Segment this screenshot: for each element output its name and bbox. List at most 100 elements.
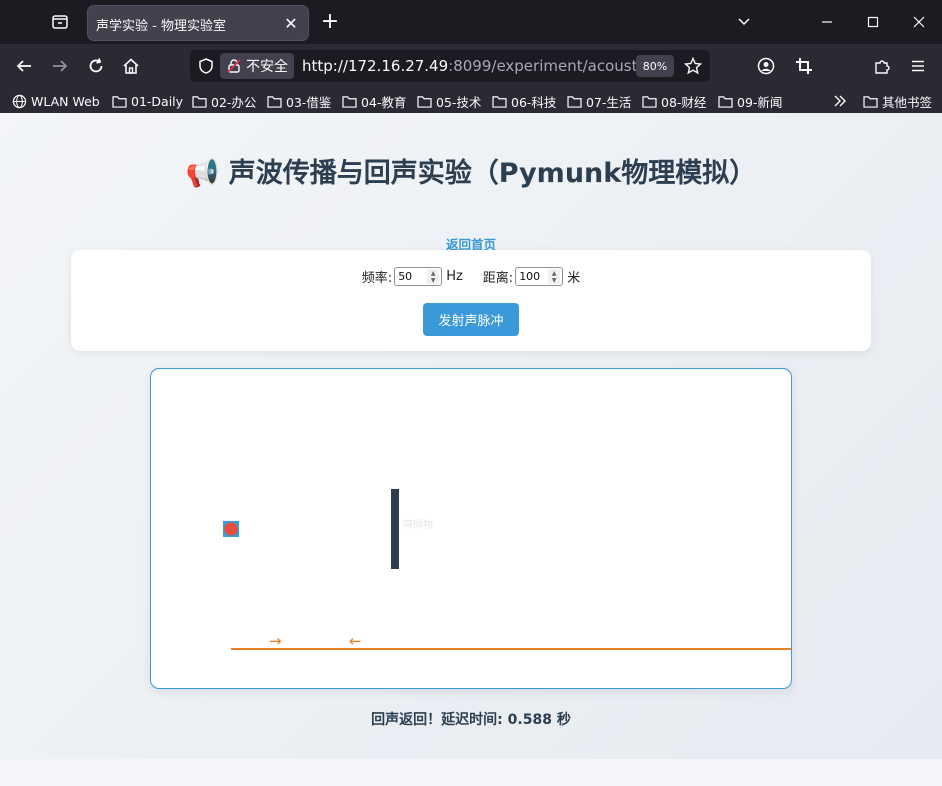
double-chevron-right-icon xyxy=(834,95,846,107)
crop-icon xyxy=(796,58,812,74)
bookmark-folder-02[interactable]: 02-办公 xyxy=(192,91,256,111)
folder-icon xyxy=(192,95,207,108)
frequency-spinner-arrows[interactable]: ▲ ▼ xyxy=(427,269,440,284)
bookmark-label: 07-生活 xyxy=(586,94,632,110)
browser-nav-bar: 不安全 http://172.16.27.49:8099/experiment/… xyxy=(0,44,942,88)
wave-forward-arrow: → xyxy=(269,632,282,650)
bookmark-label: 01-Daily xyxy=(131,93,184,109)
extensions-button[interactable] xyxy=(868,52,896,80)
bookmark-folder-09[interactable]: 09-新闻 xyxy=(718,91,782,111)
distance-spinner-arrows[interactable]: ▲ ▼ xyxy=(548,269,561,284)
folder-icon xyxy=(642,95,657,108)
maximize-icon xyxy=(867,16,879,28)
distance-value: 100 xyxy=(519,270,541,283)
page-title: 📢 声波传播与回声实验（Pymunk物理模拟） xyxy=(0,151,942,190)
browser-tab-active[interactable]: 声学实验 - 物理实验室 ✕ xyxy=(88,6,308,40)
other-bookmarks-label: 其他书签 xyxy=(882,94,933,110)
simulation-scene: 障碍物 → ← xyxy=(223,489,791,650)
obstacle-wall xyxy=(391,489,399,569)
delay-unit: 秒 xyxy=(551,712,571,728)
folder-icon xyxy=(718,95,733,108)
zoom-level-badge[interactable]: 80% xyxy=(636,55,674,77)
folder-icon xyxy=(112,95,127,108)
chevron-down-icon xyxy=(738,18,750,26)
hamburger-menu-icon xyxy=(912,60,924,72)
bookmark-label: 04-教育 xyxy=(361,94,407,110)
reload-button[interactable] xyxy=(82,52,110,80)
insecure-lock-icon xyxy=(227,59,241,73)
page-content: 📢 声波传播与回声实验（Pymunk物理模拟） 返回首页 频率: 50 ▲ ▼ H… xyxy=(0,113,942,759)
frequency-value: 50 xyxy=(398,270,413,283)
sound-source xyxy=(224,522,238,536)
bookmark-folder-08[interactable]: 08-财经 xyxy=(642,91,706,111)
wave-echo-arrow: ← xyxy=(349,632,362,650)
folder-icon xyxy=(417,95,432,108)
bookmark-wlan-web[interactable]: WLAN Web xyxy=(12,91,100,111)
simulation-canvas[interactable]: 障碍物 → ← xyxy=(150,368,792,689)
puzzle-icon xyxy=(875,60,890,74)
minimize-icon xyxy=(822,21,832,23)
frequency-input[interactable]: 50 ▲ ▼ xyxy=(394,267,443,286)
bookmark-folder-01[interactable]: 01-Daily xyxy=(112,91,183,111)
folder-icon xyxy=(267,95,282,108)
url-host: http://172.16.27.49 xyxy=(302,57,449,75)
echo-status: 回声返回！延迟时间: 0.588 秒 xyxy=(0,709,942,729)
tab-close-icon[interactable]: ✕ xyxy=(280,12,302,34)
distance-unit: 米 xyxy=(567,271,581,286)
obstacle-label: 障碍物 xyxy=(403,518,433,531)
page-bottom-strip xyxy=(0,759,942,786)
other-bookmarks-folder[interactable]: 其他书签 xyxy=(863,91,932,111)
bookmark-folder-03[interactable]: 03-借鉴 xyxy=(267,91,331,111)
emit-pulse-button[interactable]: 发射声脉冲 xyxy=(423,303,519,336)
site-security-badge[interactable]: 不安全 xyxy=(220,53,294,79)
bookmarks-overflow-button[interactable] xyxy=(833,91,847,111)
globe-icon xyxy=(12,94,27,108)
bookmark-label: 09-新闻 xyxy=(737,94,783,110)
bookmark-label: 05-技术 xyxy=(436,94,482,110)
arrow-right-icon xyxy=(53,60,68,72)
distance-input[interactable]: 100 ▲ ▼ xyxy=(515,267,564,286)
frequency-unit: Hz xyxy=(446,269,463,284)
megaphone-icon: 📢 xyxy=(185,158,220,189)
bookmarks-bar: WLAN Web 01-Daily 02-办公 03-借鉴 04-教育 05-技… xyxy=(0,88,942,113)
bookmark-label: 08-财经 xyxy=(661,94,707,110)
folder-icon xyxy=(342,95,357,108)
tab-list-icon xyxy=(52,15,68,29)
browser-tab-bar: 声学实验 - 物理实验室 ✕ + xyxy=(0,0,942,44)
shield-icon[interactable] xyxy=(197,57,215,75)
reload-icon xyxy=(89,58,103,73)
home-button[interactable] xyxy=(117,52,145,80)
back-button[interactable] xyxy=(10,52,38,80)
close-window-button[interactable] xyxy=(903,6,935,38)
bookmark-folder-04[interactable]: 04-教育 xyxy=(342,91,406,111)
account-button[interactable] xyxy=(752,52,780,80)
arrow-left-icon xyxy=(16,60,31,72)
new-tab-button[interactable]: + xyxy=(318,10,342,34)
bookmark-label: WLAN Web xyxy=(31,93,100,109)
bookmark-folder-07[interactable]: 07-生活 xyxy=(567,91,631,111)
page-title-text: 声波传播与回声实验（Pymunk物理模拟） xyxy=(228,158,757,189)
status-prefix: 回声返回！延迟时间: xyxy=(371,712,508,728)
insecure-label: 不安全 xyxy=(246,59,288,75)
bookmark-star-icon[interactable] xyxy=(684,57,702,75)
maximize-button[interactable] xyxy=(857,6,889,38)
bookmark-label: 03-借鉴 xyxy=(286,94,332,110)
tab-list-button[interactable] xyxy=(44,8,76,36)
minimize-button[interactable] xyxy=(811,6,843,38)
url-text[interactable]: http://172.16.27.49:8099/experiment/acou… xyxy=(302,57,658,75)
tab-overflow-button[interactable] xyxy=(728,6,760,38)
frequency-label: 频率: xyxy=(361,271,393,286)
forward-button[interactable] xyxy=(46,52,74,80)
menu-button[interactable] xyxy=(904,52,932,80)
address-bar[interactable]: 不安全 http://172.16.27.49:8099/experiment/… xyxy=(190,50,710,82)
bookmark-folder-05[interactable]: 05-技术 xyxy=(417,91,481,111)
account-icon xyxy=(757,57,775,75)
close-icon xyxy=(913,16,925,28)
home-icon xyxy=(123,58,139,74)
screenshot-crop-button[interactable] xyxy=(790,52,818,80)
control-panel: 频率: 50 ▲ ▼ Hz 距离: 100 ▲ ▼ 米 发射声脉冲 xyxy=(71,250,871,351)
bookmark-folder-06[interactable]: 06-科技 xyxy=(492,91,556,111)
bookmark-label: 02-办公 xyxy=(211,94,257,110)
url-path: :8099/experiment/acoustics xyxy=(448,57,658,75)
folder-icon xyxy=(492,95,507,108)
